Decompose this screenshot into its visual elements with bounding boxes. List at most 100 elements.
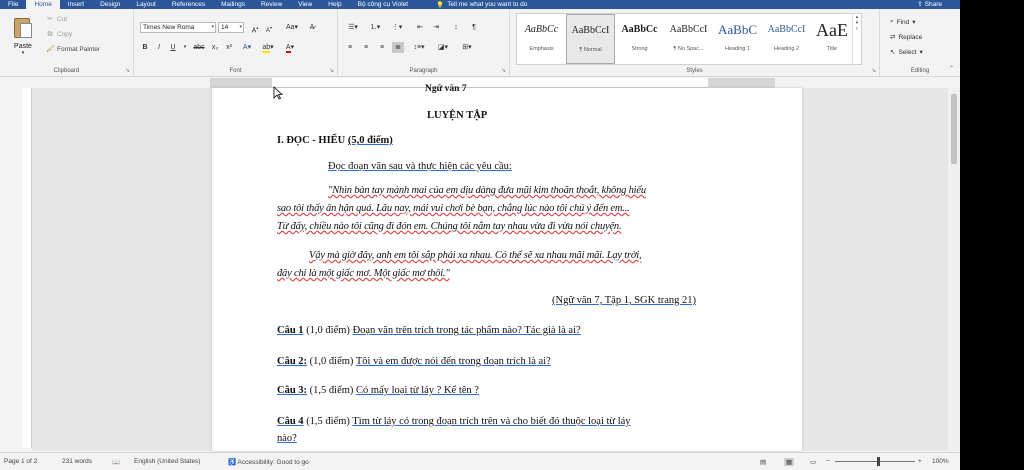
style-heading-1[interactable]: AaBbC Heading 1: [713, 14, 762, 64]
scissors-icon: ✂: [47, 16, 53, 23]
tab-references[interactable]: References: [164, 0, 213, 9]
sort-icon[interactable]: ↕: [450, 22, 462, 33]
language-indicator[interactable]: English (United States): [134, 458, 200, 465]
font-group-label: Font: [229, 68, 242, 74]
cut-button[interactable]: ✂ Cut: [46, 16, 67, 23]
zoom-level[interactable]: 100%: [932, 458, 949, 465]
paste-icon: [12, 15, 34, 41]
font-color-icon[interactable]: A▾: [282, 42, 298, 53]
justify-icon[interactable]: ≣: [392, 42, 404, 53]
paste-button[interactable]: Paste ▾: [6, 15, 40, 61]
accessibility-status[interactable]: ♿ Accessibility: Good to go: [228, 458, 309, 466]
style-normal[interactable]: AaBbCcI ¶ Normal: [566, 14, 615, 64]
tab-help[interactable]: Help: [320, 0, 349, 9]
tab-violet[interactable]: Bộ công cụ Violet: [350, 0, 416, 9]
tab-home[interactable]: Home: [26, 0, 60, 9]
share-button[interactable]: ⇧ Share: [917, 0, 942, 9]
shrink-font-icon[interactable]: A▾: [264, 22, 274, 34]
font-size-select[interactable]: 14 ▾: [218, 22, 244, 33]
gallery-scroll[interactable]: ▴ ▾ ▿: [852, 14, 861, 64]
multilevel-list-icon[interactable]: ⋮▾: [388, 22, 406, 33]
tab-file[interactable]: File: [0, 0, 26, 9]
select-button[interactable]: ↖ Select ▾: [890, 48, 923, 57]
more-icon[interactable]: ▿: [853, 26, 861, 32]
zoom-out-icon[interactable]: −: [826, 458, 830, 465]
tab-layout[interactable]: Layout: [128, 0, 164, 9]
align-left-icon[interactable]: ≡: [344, 42, 356, 53]
tab-mailings[interactable]: Mailings: [213, 0, 253, 9]
style-no-spacing[interactable]: AaBbCcI ¶ No Spac...: [664, 14, 713, 64]
font-family-value: Times New Roma: [143, 24, 195, 31]
accessibility-icon: ♿: [228, 459, 237, 466]
accessibility-label: Accessibility: Good to go: [237, 459, 309, 466]
style-heading-2[interactable]: AaBbCcI Heading 2: [762, 14, 811, 64]
styles-gallery: AaBbCc Emphasis AaBbCcI ¶ Normal AaBbCc …: [516, 13, 862, 65]
find-button[interactable]: ⌕ Find ▾: [890, 18, 916, 26]
word-count[interactable]: 231 words: [62, 458, 92, 465]
decrease-indent-icon[interactable]: ⇤: [414, 22, 426, 33]
strikethrough-icon[interactable]: abc: [192, 42, 206, 53]
zoom-in-icon[interactable]: +: [918, 458, 922, 465]
dialog-launcher-icon[interactable]: ↘: [329, 67, 334, 74]
clear-formatting-icon[interactable]: A̷: [306, 22, 318, 33]
highlight-icon[interactable]: ab▾: [260, 42, 276, 53]
style-name: ¶ Normal: [579, 47, 602, 53]
question-score: (1,5 điểm): [306, 416, 350, 427]
tab-review[interactable]: Review: [253, 0, 290, 9]
tab-insert[interactable]: Insert: [60, 0, 92, 9]
share-label: Share: [924, 1, 942, 8]
dialog-launcher-icon[interactable]: ↘: [501, 67, 506, 74]
question-score: (1,0 điểm): [306, 325, 350, 336]
vertical-ruler[interactable]: [22, 88, 32, 448]
borders-icon[interactable]: ⊞▾: [458, 42, 476, 53]
subscript-icon[interactable]: x₂: [210, 42, 220, 53]
vertical-scrollbar[interactable]: [948, 88, 960, 452]
tell-me-search[interactable]: 💡 Tell me what you want to do: [436, 1, 527, 9]
copy-icon: ⧉: [47, 31, 53, 38]
zoom-slider[interactable]: [835, 461, 915, 462]
dialog-launcher-icon[interactable]: ↘: [871, 67, 876, 74]
scrollbar-thumb[interactable]: [951, 94, 957, 164]
print-layout-icon[interactable]: ▦: [784, 458, 795, 466]
shading-icon[interactable]: ◪▾: [434, 42, 452, 53]
document-page[interactable]: Ngữ văn 7 LUYỆN TẬP I. ĐỌC - HIỂU (5,0 đ…: [212, 84, 802, 451]
underline-icon[interactable]: U: [168, 42, 178, 53]
superscript-icon[interactable]: x²: [224, 42, 234, 53]
zoom-slider-thumb[interactable]: [877, 457, 880, 466]
horizontal-ruler[interactable]: [210, 78, 775, 88]
line-spacing-icon[interactable]: ↕≡▾: [410, 42, 428, 53]
tab-design[interactable]: Design: [92, 0, 128, 9]
change-case-icon[interactable]: Aa▾: [284, 22, 300, 33]
replace-button[interactable]: ⇄ Replace: [890, 33, 922, 42]
bullets-icon[interactable]: ☰▾: [344, 22, 362, 33]
format-painter-button[interactable]: 🖌 Format Painter: [46, 46, 100, 53]
pilcrow-icon[interactable]: ¶: [468, 22, 480, 33]
proofing-icon[interactable]: 📖: [112, 458, 120, 466]
increase-indent-icon[interactable]: ⇥: [430, 22, 442, 33]
web-layout-icon[interactable]: ▭: [810, 458, 816, 466]
collapse-ribbon-icon[interactable]: ⌃: [949, 65, 954, 72]
tab-view[interactable]: View: [290, 0, 320, 9]
numbering-icon[interactable]: ⒈▾: [366, 22, 384, 33]
page-count[interactable]: Page 1 of 2: [4, 458, 37, 465]
question-4-continued: nào?: [277, 433, 297, 444]
source-citation: (Ngữ văn 7, Tập 1, SGK trang 21): [552, 295, 697, 306]
dialog-launcher-icon[interactable]: ↘: [125, 67, 130, 74]
question-label: Câu 1: [277, 325, 304, 336]
style-emphasis[interactable]: AaBbCc Emphasis: [517, 14, 566, 64]
grow-font-icon[interactable]: A▴: [250, 22, 260, 34]
section-score: (5,0 điểm): [347, 135, 393, 146]
align-center-icon[interactable]: ≡: [360, 42, 372, 53]
font-family-select[interactable]: Times New Roma ▾: [140, 22, 216, 33]
style-strong[interactable]: AaBbCc Strong: [615, 14, 664, 64]
question-text: Đoạn văn trên trích trong tác phẩm nào? …: [352, 325, 581, 336]
read-mode-icon[interactable]: ▤: [760, 458, 766, 466]
chevron-down-icon[interactable]: ▾: [182, 42, 188, 53]
style-title[interactable]: AaE Title: [811, 14, 853, 64]
copy-button[interactable]: ⧉ Copy: [46, 31, 73, 38]
style-name: Heading 2: [773, 46, 800, 52]
align-right-icon[interactable]: ≡: [376, 42, 388, 53]
bold-icon[interactable]: B: [140, 42, 150, 53]
italic-icon[interactable]: I: [154, 42, 164, 53]
text-effects-icon[interactable]: A▾: [240, 42, 254, 53]
